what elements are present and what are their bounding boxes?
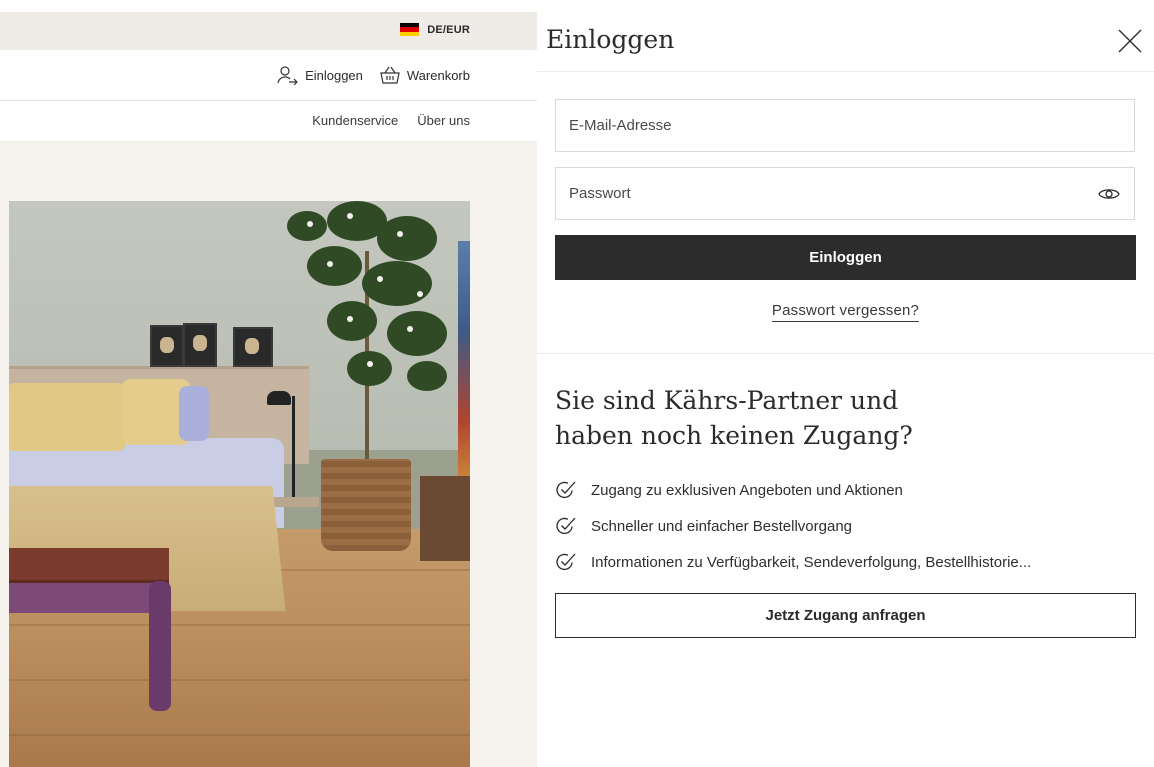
locale-switcher[interactable]: DE/EUR [400,23,470,36]
close-icon[interactable] [1117,28,1143,54]
request-access-button[interactable]: Jetzt Zugang anfragen [555,593,1136,638]
secondary-nav: Kundenservice Über uns [0,101,537,142]
eye-icon[interactable] [1098,185,1120,203]
header-login-label: Einloggen [305,67,363,83]
benefit-text: Schneller und einfacher Bestellvorgang [591,517,852,535]
bedroom-hero-image [9,201,470,767]
login-title: Einloggen [546,25,675,54]
benefits-list: Zugang zu exklusiven Angeboten und Aktio… [555,472,1031,580]
background-page: DE/EUR Einloggen Warenkorb Kundenservice… [0,0,537,767]
list-item: Informationen zu Verfügbarkeit, Sendever… [555,544,1031,580]
benefit-text: Informationen zu Verfügbarkeit, Sendever… [591,553,1032,571]
header-login-link[interactable]: Einloggen [277,65,363,85]
email-input[interactable] [556,100,1134,151]
login-panel: Einloggen Einloggen Passwort vergessen? … [537,0,1154,767]
login-submit-button[interactable]: Einloggen [555,235,1136,280]
header-cart-label: Warenkorb [406,67,470,83]
german-flag-icon [400,23,420,36]
forgot-password-link[interactable]: Passwort vergessen? [771,302,920,322]
top-utility-bar: DE/EUR [0,12,537,50]
login-panel-header: Einloggen [537,0,1154,72]
benefit-text: Zugang zu exklusiven Angeboten und Aktio… [591,481,903,499]
partner-heading: Sie sind Kährs-Partner und haben noch ke… [555,383,1115,453]
list-item: Zugang zu exklusiven Angeboten und Aktio… [555,472,1031,508]
nav-ueber-uns[interactable]: Über uns [417,113,470,128]
basket-icon [380,66,400,84]
email-field[interactable] [555,99,1135,152]
check-circle-icon [556,517,576,535]
check-circle-icon [556,553,576,571]
nav-kundenservice[interactable]: Kundenservice [312,113,398,128]
user-arrow-icon [277,66,298,85]
header-cart-link[interactable]: Warenkorb [379,65,470,85]
password-input[interactable] [556,168,1134,219]
partner-heading-line-2: haben noch keinen Zugang? [555,421,913,450]
locale-label: DE/EUR [427,23,470,36]
site-header: Einloggen Warenkorb [0,50,537,101]
forgot-password-row: Passwort vergessen? [537,302,1154,322]
section-divider [537,353,1154,354]
check-circle-icon [556,481,576,499]
password-field[interactable] [555,167,1135,220]
partner-heading-line-1: Sie sind Kährs-Partner und [555,386,899,415]
list-item: Schneller und einfacher Bestellvorgang [555,508,1031,544]
